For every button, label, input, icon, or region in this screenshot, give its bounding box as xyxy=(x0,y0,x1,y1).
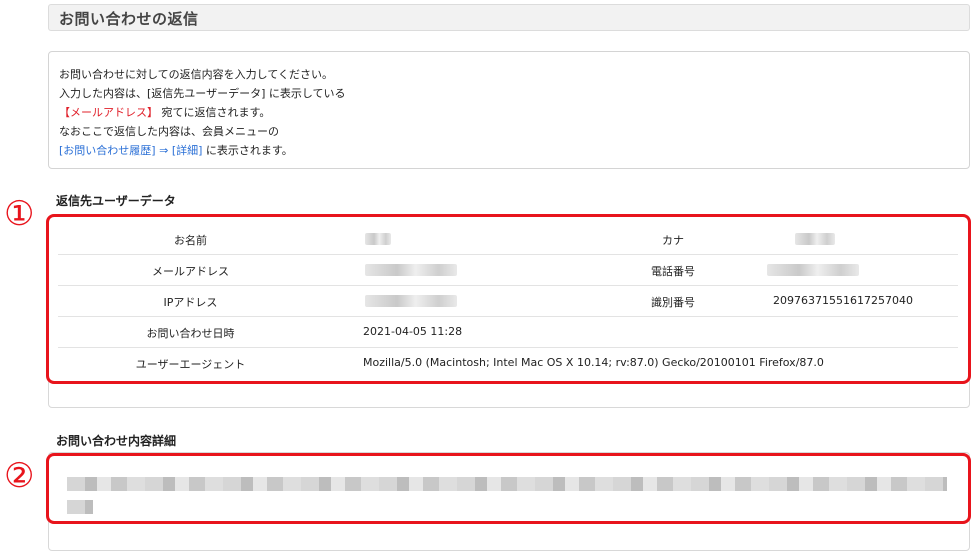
highlight-frame-1 xyxy=(46,214,971,384)
user-data-heading: 返信先ユーザーデータ xyxy=(56,194,176,208)
instruction-line-2: 入力した内容は、[返信先ユーザーデータ] に表示している xyxy=(59,87,346,100)
instruction-line-1: お問い合わせに対しての返信内容を入力してください。 xyxy=(59,68,334,81)
marker-1: ① xyxy=(4,194,35,234)
page-title: お問い合わせの返信 xyxy=(59,10,199,28)
instruction-box: お問い合わせに対しての返信内容を入力してください。 入力した内容は、[返信先ユー… xyxy=(48,51,970,169)
email-emphasis: 【メールアドレス】 xyxy=(59,106,158,119)
instruction-line-5-text: に表示されます。 xyxy=(202,144,293,157)
detail-link[interactable]: [詳細] xyxy=(172,144,203,157)
instruction-line-5: [お問い合わせ履歴] ⇒ [詳細] に表示されます。 xyxy=(59,142,293,158)
instruction-line-3-text: 宛てに返信されます。 xyxy=(158,106,271,119)
inquiry-detail-heading: お問い合わせ内容詳細 xyxy=(56,434,177,448)
instruction-line-4: なおここで返信した内容は、会員メニューの xyxy=(59,125,279,138)
marker-2: ② xyxy=(4,456,35,496)
instruction-line-3: 【メールアドレス】 宛てに返信されます。 xyxy=(59,104,270,120)
highlight-frame-2 xyxy=(46,453,971,524)
inquiry-history-link[interactable]: [お問い合わせ履歴] xyxy=(59,144,156,157)
page-header: お問い合わせの返信 xyxy=(48,4,970,31)
arrow-text: ⇒ xyxy=(155,144,172,157)
